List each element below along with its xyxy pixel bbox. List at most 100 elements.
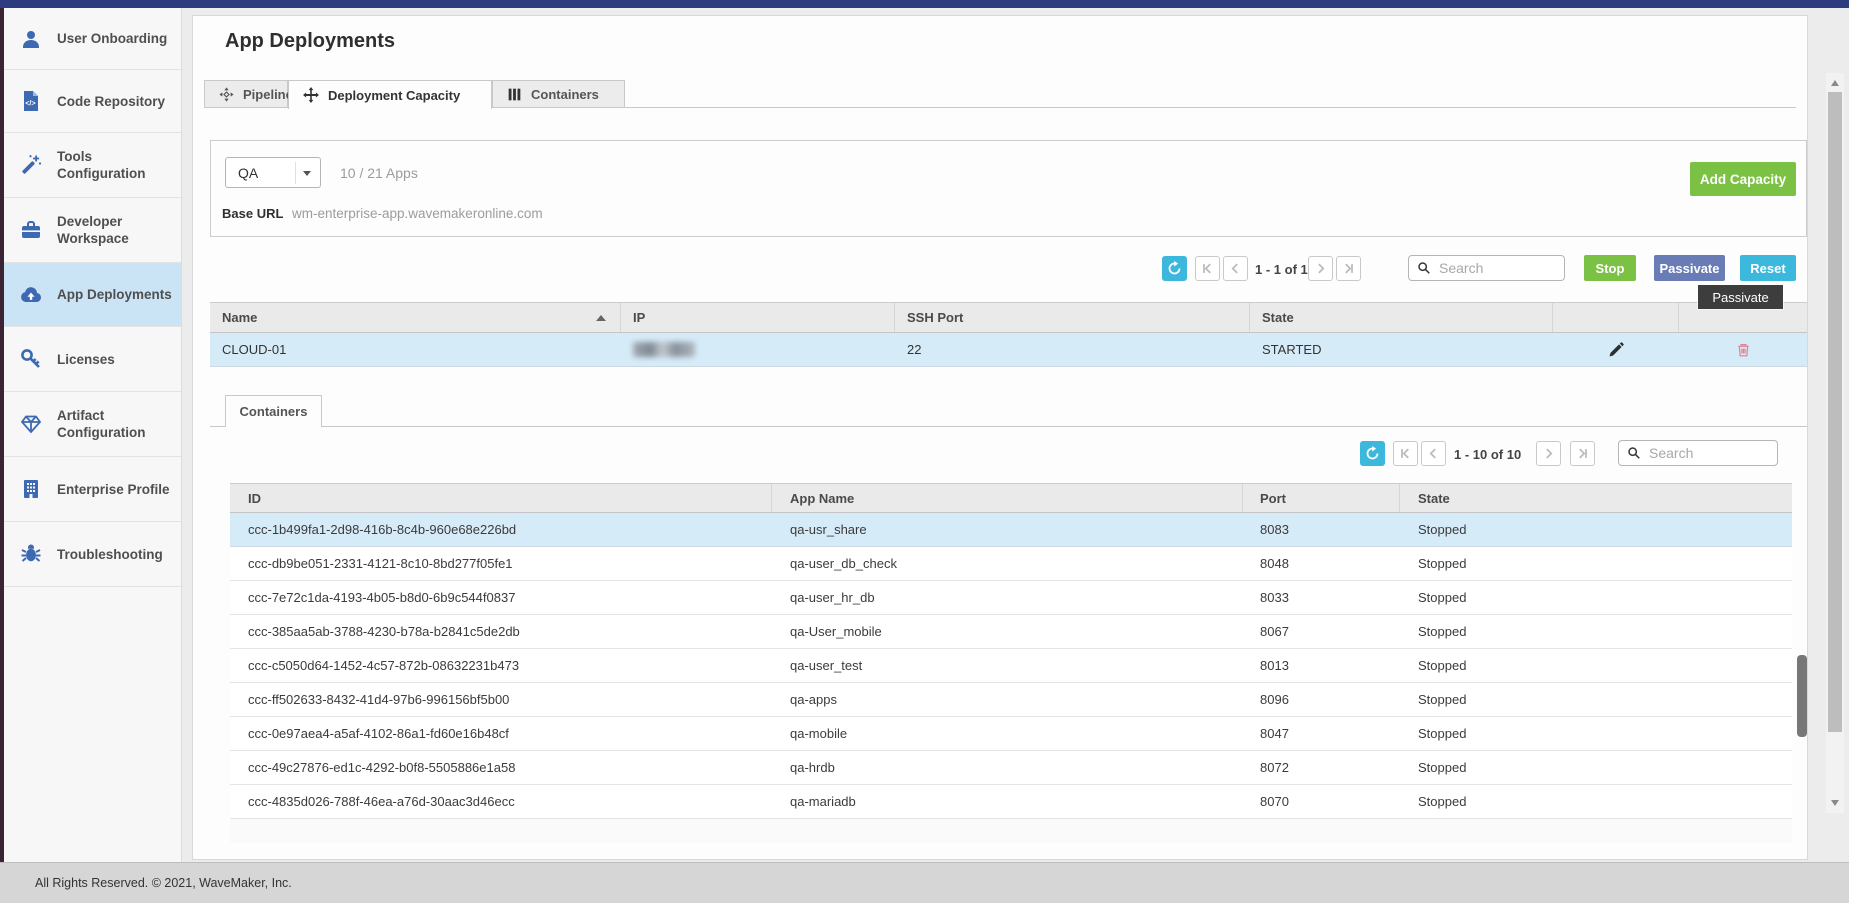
containers-pagination-label: 1 - 10 of 10: [1454, 447, 1521, 462]
container-row[interactable]: ccc-db9be051-2331-4121-8c10-8bd277f05fe1…: [230, 547, 1792, 581]
container-id-cell: ccc-385aa5ab-3788-4230-b78a-b2841c5de2db: [230, 624, 772, 639]
container-row[interactable]: ccc-4835d026-788f-46ea-a76d-30aac3d46ecc…: [230, 785, 1792, 819]
refresh-icon: [1167, 261, 1182, 276]
capacity-panel: [210, 140, 1807, 237]
port-cell: 8033: [1243, 590, 1400, 605]
column-header-id[interactable]: ID: [230, 484, 772, 512]
sidebar-item-app-deployments[interactable]: App Deployments: [4, 263, 181, 327]
column-header-state[interactable]: State: [1250, 303, 1553, 332]
state-cell: Stopped: [1400, 692, 1792, 707]
sidebar-item-label: App Deployments: [57, 286, 179, 303]
environment-select[interactable]: QA: [225, 157, 321, 188]
svg-text:</>: </>: [25, 99, 35, 108]
sidebar-item-enterprise-profile[interactable]: Enterprise Profile: [4, 457, 181, 522]
sidebar-item-artifact-configuration[interactable]: Artifact Configuration: [4, 392, 181, 457]
first-page-icon: [1202, 263, 1213, 274]
sidebar-item-user-onboarding[interactable]: User Onboarding: [4, 8, 181, 70]
container-row[interactable]: ccc-7e72c1da-4193-4b05-b8d0-6b9c544f0837…: [230, 581, 1792, 615]
container-row[interactable]: ccc-ff502633-8432-41d4-97b6-996156bf5b00…: [230, 683, 1792, 717]
column-label: Port: [1260, 491, 1286, 506]
column-header-name[interactable]: Name: [210, 303, 621, 332]
base-url-label: Base URL: [222, 206, 283, 221]
sidebar-item-label: Enterprise Profile: [57, 481, 179, 498]
stop-button[interactable]: Stop: [1584, 255, 1636, 281]
vm-table-row[interactable]: CLOUD-01 22 STARTED: [210, 333, 1807, 367]
containers-search: [1618, 440, 1778, 466]
column-label: App Name: [790, 491, 854, 506]
reset-button[interactable]: Reset: [1740, 255, 1796, 281]
sidebar-item-label: Licenses: [57, 351, 179, 368]
containers-next-page-button[interactable]: [1536, 441, 1561, 466]
user-icon: [19, 27, 43, 51]
sidebar-item-code-repository[interactable]: </> Code Repository: [4, 70, 181, 133]
tab-containers[interactable]: Containers: [492, 80, 625, 108]
vertical-bars-icon: [507, 87, 522, 102]
column-header-ssh-port[interactable]: SSH Port: [895, 303, 1250, 332]
page-scrollbar-thumb[interactable]: [1828, 92, 1842, 732]
tab-label: Deployment Capacity: [328, 88, 460, 103]
container-row[interactable]: ccc-0e97aea4-a5af-4102-86a1-fd60e16b48cf…: [230, 717, 1792, 751]
prev-page-icon: [1428, 448, 1439, 459]
container-id-cell: ccc-4835d026-788f-46ea-a76d-30aac3d46ecc: [230, 794, 772, 809]
last-page-button[interactable]: [1336, 256, 1361, 281]
column-header-state[interactable]: State: [1400, 484, 1792, 512]
vm-name-cell: CLOUD-01: [210, 333, 621, 366]
scroll-down-icon[interactable]: [1831, 800, 1839, 806]
next-page-button[interactable]: [1308, 256, 1333, 281]
containers-first-page-button[interactable]: [1393, 441, 1418, 466]
containers-prev-page-button[interactable]: [1421, 441, 1446, 466]
edit-row-button[interactable]: [1553, 333, 1679, 366]
passivate-button[interactable]: Passivate: [1654, 255, 1725, 281]
vm-state-cell: STARTED: [1250, 333, 1553, 366]
refresh-button[interactable]: [1162, 256, 1187, 281]
prev-page-button[interactable]: [1223, 256, 1248, 281]
containers-table-scrollbar-thumb[interactable]: [1797, 655, 1807, 737]
column-label: ID: [248, 491, 261, 506]
bug-icon: [19, 542, 43, 566]
first-page-button[interactable]: [1195, 256, 1220, 281]
containers-refresh-button[interactable]: [1360, 441, 1385, 466]
container-id-cell: ccc-db9be051-2331-4121-8c10-8bd277f05fe1: [230, 556, 772, 571]
sidebar-item-licenses[interactable]: Licenses: [4, 327, 181, 392]
column-header-app-name[interactable]: App Name: [772, 484, 1243, 512]
last-page-icon: [1343, 263, 1354, 274]
app-name-cell: qa-apps: [772, 692, 1243, 707]
column-label: State: [1262, 310, 1294, 325]
vm-search-input[interactable]: [1437, 259, 1547, 277]
app-name-cell: qa-mariadb: [772, 794, 1243, 809]
container-id-cell: ccc-7e72c1da-4193-4b05-b8d0-6b9c544f0837: [230, 590, 772, 605]
column-header-port[interactable]: Port: [1243, 484, 1400, 512]
delete-row-button[interactable]: [1679, 333, 1807, 366]
copyright-text: All Rights Reserved. © 2021, WaveMaker, …: [35, 876, 292, 890]
container-row[interactable]: ccc-c5050d64-1452-4c57-872b-08632231b473…: [230, 649, 1792, 683]
sidebar-item-developer-workspace[interactable]: Developer Workspace: [4, 198, 181, 263]
port-cell: 8096: [1243, 692, 1400, 707]
tab-pipeline[interactable]: Pipeline: [204, 80, 288, 108]
subtab-containers[interactable]: Containers: [225, 395, 322, 427]
app-name-cell: qa-mobile: [772, 726, 1243, 741]
state-cell: Stopped: [1400, 590, 1792, 605]
containers-table-body: ccc-1b499fa1-2d98-416b-8c4b-960e68e226bd…: [230, 513, 1792, 843]
container-row[interactable]: ccc-49c27876-ed1c-4292-b0f8-5505886e1a58…: [230, 751, 1792, 785]
tab-deployment-capacity[interactable]: Deployment Capacity: [288, 80, 492, 109]
vm-search: [1408, 255, 1565, 281]
app-name-cell: qa-user_test: [772, 658, 1243, 673]
sidebar-item-tools-configuration[interactable]: Tools Configuration: [4, 133, 181, 198]
container-id-cell: ccc-0e97aea4-a5af-4102-86a1-fd60e16b48cf: [230, 726, 772, 741]
app-name-cell: qa-User_mobile: [772, 624, 1243, 639]
state-cell: Stopped: [1400, 658, 1792, 673]
scroll-up-icon[interactable]: [1831, 80, 1839, 86]
port-cell: 8047: [1243, 726, 1400, 741]
containers-table-header: ID App Name Port State: [230, 483, 1792, 513]
sidebar-item-troubleshooting[interactable]: Troubleshooting: [4, 522, 181, 587]
add-capacity-button[interactable]: Add Capacity: [1690, 162, 1796, 196]
containers-search-input[interactable]: [1647, 444, 1757, 462]
column-header-ip[interactable]: IP: [621, 303, 895, 332]
move-arrows-icon: [303, 87, 319, 103]
containers-last-page-button[interactable]: [1570, 441, 1595, 466]
column-header-edit: [1553, 303, 1679, 332]
container-row[interactable]: ccc-1b499fa1-2d98-416b-8c4b-960e68e226bd…: [230, 513, 1792, 547]
page-scrollbar[interactable]: [1826, 73, 1844, 813]
container-row[interactable]: ccc-385aa5ab-3788-4230-b78a-b2841c5de2db…: [230, 615, 1792, 649]
app-window: User Onboarding </> Code Repository Tool…: [0, 0, 1849, 903]
